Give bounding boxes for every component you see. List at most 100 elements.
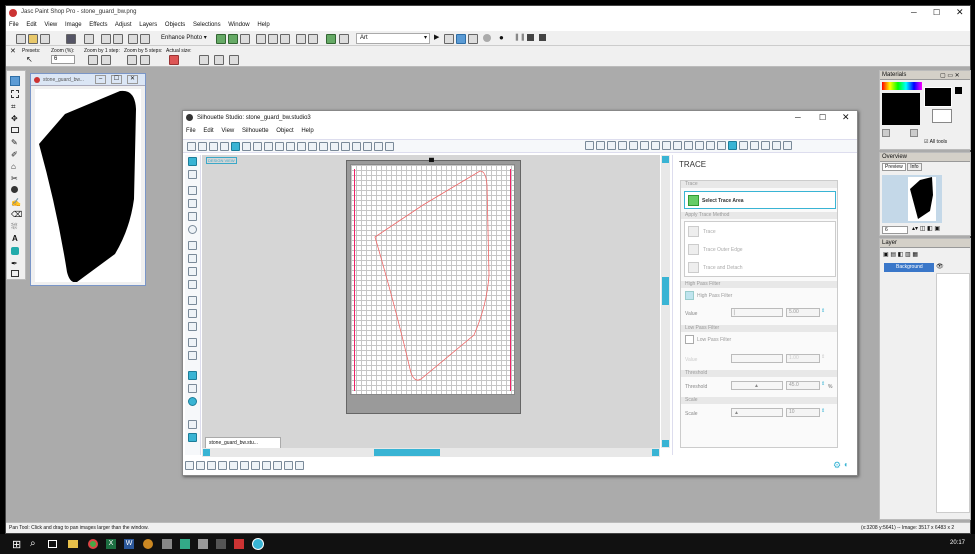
pan-tool-icon[interactable] (10, 76, 20, 86)
scroll-right-icon[interactable] (652, 449, 659, 456)
clone-icon[interactable]: ⌂ (11, 162, 16, 171)
record-start-icon[interactable]: ● (499, 33, 504, 42)
ss-menu-view[interactable]: View (221, 128, 234, 134)
ss-maximize-button[interactable]: ☐ (819, 113, 826, 122)
ss-save-icon[interactable] (231, 142, 240, 151)
ss-bring-front-icon[interactable] (273, 461, 282, 470)
move-tool-icon[interactable]: ✥ (11, 114, 18, 123)
ss-text-tool-icon[interactable] (188, 322, 197, 331)
ss-fill-icon[interactable] (585, 141, 594, 150)
ss-knife-icon[interactable] (783, 141, 792, 150)
ss-line-icon[interactable] (596, 141, 605, 150)
ss-curve-icon[interactable] (188, 254, 197, 263)
ss-undo-icon[interactable] (308, 142, 317, 151)
contrast-icon[interactable] (256, 34, 266, 44)
tool-options-close[interactable]: ✕ (10, 47, 16, 55)
ss-weld-icon[interactable] (240, 461, 249, 470)
ss-polygon-icon[interactable] (188, 241, 197, 250)
ss-trace-icon[interactable] (728, 141, 737, 150)
threshold-slider[interactable]: ▲ (731, 381, 783, 390)
ss-panel-e-icon[interactable] (188, 433, 197, 442)
auto-fix-icon[interactable] (216, 34, 226, 44)
ss-open-icon[interactable] (198, 142, 207, 151)
pan-tool-preset-icon[interactable]: ↖ (26, 55, 33, 64)
ss-poly-shape-icon[interactable] (188, 309, 197, 318)
saturation-icon[interactable] (268, 34, 278, 44)
scale-spin[interactable]: ⇕ (821, 408, 825, 414)
ss-zoom-out-icon[interactable] (352, 142, 361, 151)
cut-icon[interactable] (128, 34, 138, 44)
checkerboard-icon[interactable] (882, 129, 890, 137)
menu-help[interactable]: Help (257, 22, 269, 28)
dropper-icon[interactable]: ✎ (11, 138, 18, 147)
menu-effects[interactable]: Effects (89, 22, 107, 28)
ss-panel-c-icon[interactable] (188, 397, 197, 406)
enhance-photo-button[interactable]: Enhance Photo ▾ (158, 33, 210, 44)
minimize-button[interactable]: ─ (911, 8, 917, 17)
ss-ellipse-icon[interactable] (188, 225, 197, 234)
ss-canvas-area[interactable]: DESIGN VIEW ▄ stone_guard_bw.stu... (202, 155, 660, 448)
menu-layers[interactable]: Layers (139, 22, 157, 28)
ss-group-icon[interactable] (185, 461, 194, 470)
select-trace-area-button[interactable]: Select Trace Area (684, 191, 836, 209)
ss-cut-settings-icon[interactable] (739, 141, 748, 150)
art-select[interactable]: Art ▾ (356, 33, 430, 44)
tab-preview[interactable]: Preview (882, 163, 906, 171)
browse-icon[interactable] (40, 34, 50, 44)
ss-offset-icon[interactable] (706, 141, 715, 150)
ss-menu-file[interactable]: File (186, 128, 196, 134)
scroll-down-icon[interactable] (662, 440, 669, 447)
ss-new-icon[interactable] (187, 142, 196, 151)
ss-eraser-icon[interactable] (772, 141, 781, 150)
menu-edit[interactable]: Edit (26, 22, 36, 28)
ss-send-icon[interactable] (253, 142, 262, 151)
actual-size-icon[interactable] (169, 55, 179, 65)
text-tool-icon[interactable]: A (12, 234, 18, 243)
doc-tab[interactable]: stone_guard_bw.stu... (205, 437, 281, 448)
menu-image[interactable]: Image (65, 22, 82, 28)
low-pass-checkbox[interactable] (685, 335, 694, 344)
ss-arc-icon[interactable] (188, 296, 197, 305)
overview-zoom-input[interactable]: 6 (882, 226, 908, 234)
color-balance-icon[interactable] (228, 34, 238, 44)
high-value-input[interactable]: 5.00 (786, 308, 820, 317)
app-icon-1[interactable] (143, 539, 153, 549)
ss-panel-a-icon[interactable] (188, 371, 197, 380)
palette-pin-icon[interactable]: ▢ ▭ ✕ (940, 72, 960, 79)
pen-tool-icon[interactable]: ✒ (11, 259, 18, 268)
ss-menu-object[interactable]: Object (276, 128, 293, 134)
ss-store-icon[interactable] (761, 141, 770, 150)
fit-image-icon[interactable] (214, 55, 224, 65)
ss-vertical-scrollbar[interactable] (661, 155, 670, 448)
ss-fit-icon[interactable] (385, 142, 394, 151)
app-icon-4[interactable] (198, 539, 208, 549)
ss-panel-d-icon[interactable] (188, 420, 197, 429)
open-icon[interactable] (28, 34, 38, 44)
object-selector-icon[interactable] (11, 270, 19, 277)
ss-trace-quick-icon[interactable] (295, 461, 304, 470)
ss-text-style-icon[interactable] (717, 141, 726, 150)
task-view-icon[interactable] (48, 540, 57, 548)
menu-adjust[interactable]: Adjust (115, 22, 132, 28)
foreground-swatch[interactable] (882, 93, 920, 125)
print-icon[interactable] (84, 34, 94, 44)
background-swatch[interactable] (924, 87, 952, 107)
copy-icon[interactable] (140, 34, 150, 44)
app-icon-3[interactable] (180, 539, 190, 549)
ss-delete-icon[interactable] (297, 142, 306, 151)
start-icon[interactable]: ⊞ (12, 538, 21, 551)
image-window-min[interactable]: – (95, 75, 106, 84)
clarify-icon[interactable] (240, 34, 250, 44)
ss-rounded-rect-icon[interactable] (188, 212, 197, 221)
ss-print-icon[interactable] (242, 142, 251, 151)
low-value-input[interactable]: 1.00 (786, 354, 820, 363)
ss-hand-icon[interactable] (330, 142, 339, 151)
ss-align-icon[interactable] (662, 141, 671, 150)
ss-panel-b-icon[interactable] (188, 384, 197, 393)
ss-redo-icon[interactable] (319, 142, 328, 151)
crop-tool-icon[interactable]: ⌗ (11, 102, 16, 112)
ss-send-silhouette-icon[interactable] (750, 141, 759, 150)
word-icon[interactable]: W (124, 539, 134, 549)
play-icon[interactable]: ▶ (434, 33, 439, 41)
overview-zoom-icons[interactable]: ▴▾ ◫ ◧ ▣ (912, 225, 940, 232)
